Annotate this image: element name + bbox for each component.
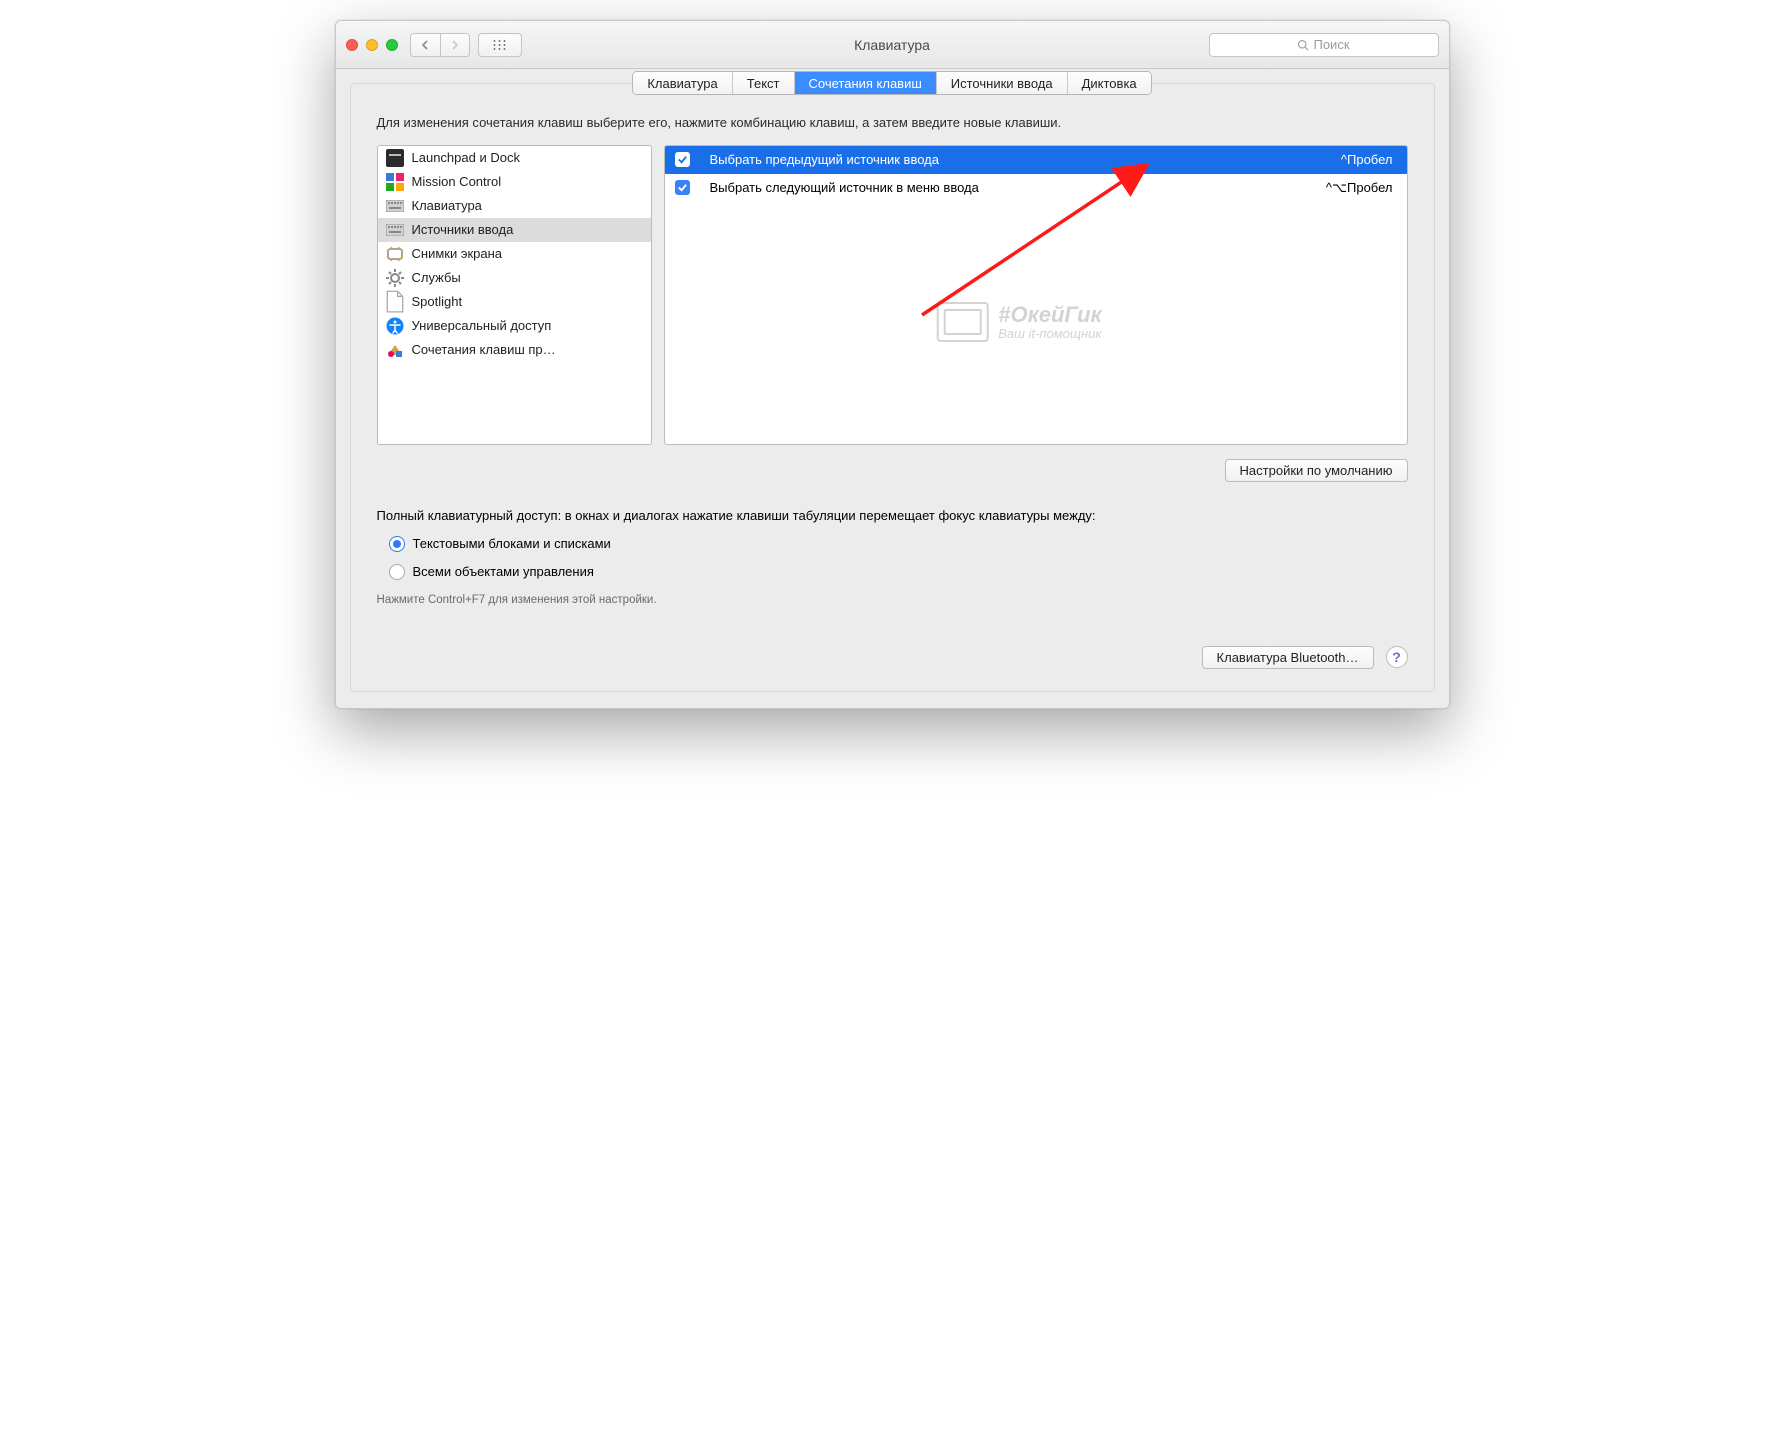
full-keyboard-access-section: Полный клавиатурный доступ: в окнах и ди… [377, 506, 1408, 610]
mission-control-icon [386, 173, 404, 191]
radio-button[interactable] [389, 536, 405, 552]
keyboard-icon [386, 221, 404, 239]
checkbox[interactable] [675, 180, 690, 195]
fka-heading: Полный клавиатурный доступ: в окнах и ди… [377, 506, 1408, 526]
category-input-sources[interactable]: Источники ввода [378, 218, 651, 242]
category-services[interactable]: Службы [378, 266, 651, 290]
category-launchpad[interactable]: Launchpad и Dock [378, 146, 651, 170]
window-controls [346, 39, 398, 51]
chevron-left-icon [420, 40, 430, 50]
tab-bar: Клавиатура Текст Сочетания клавиш Источн… [632, 71, 1151, 95]
tab-keyboard[interactable]: Клавиатура [633, 72, 732, 94]
keyboard-icon [386, 197, 404, 215]
check-icon [677, 154, 688, 165]
watermark-icon [936, 302, 988, 342]
tab-shortcuts[interactable]: Сочетания клавиш [795, 72, 937, 94]
tab-input-sources[interactable]: Источники ввода [937, 72, 1068, 94]
grid-icon [492, 39, 508, 51]
category-label: Сочетания клавиш пр… [412, 342, 556, 357]
radio-button[interactable] [389, 564, 405, 580]
shortcut-keys[interactable]: ^Пробел [1341, 152, 1393, 167]
shortcut-label: Выбрать следующий источник в меню ввода [710, 180, 1326, 195]
category-label: Launchpad и Dock [412, 150, 520, 165]
shortcut-row-next-source[interactable]: Выбрать следующий источник в меню ввода … [665, 174, 1407, 202]
help-button[interactable]: ? [1386, 646, 1408, 668]
nav-buttons [410, 33, 470, 57]
close-window-button[interactable] [346, 39, 358, 51]
watermark-title: #ОкейГик [998, 304, 1101, 326]
chevron-right-icon [450, 40, 460, 50]
check-icon [677, 182, 688, 193]
radio-label: Всеми объектами управления [413, 562, 594, 582]
category-keyboard[interactable]: Клавиатура [378, 194, 651, 218]
window-body: Клавиатура Текст Сочетания клавиш Источн… [336, 69, 1449, 708]
category-label: Снимки экрана [412, 246, 503, 261]
category-label: Универсальный доступ [412, 318, 552, 333]
watermark: #ОкейГик Ваш it-помощник [936, 302, 1101, 342]
fka-footnote: Нажмите Control+F7 для изменения этой на… [377, 592, 1408, 610]
zoom-window-button[interactable] [386, 39, 398, 51]
category-label: Источники ввода [412, 222, 514, 237]
category-accessibility[interactable]: Универсальный доступ [378, 314, 651, 338]
launchpad-icon [386, 149, 404, 167]
search-field[interactable]: Поиск [1209, 33, 1439, 57]
category-list[interactable]: Launchpad и Dock Mission Control Клавиат… [377, 145, 652, 445]
show-all-button[interactable] [478, 33, 522, 57]
shortcut-row-prev-source[interactable]: Выбрать предыдущий источник ввода ^Пробе… [665, 146, 1407, 174]
category-label: Mission Control [412, 174, 502, 189]
fka-option-all-controls[interactable]: Всеми объектами управления [389, 562, 1408, 582]
search-icon [1297, 39, 1309, 51]
restore-defaults-button[interactable]: Настройки по умолчанию [1225, 459, 1408, 482]
checkbox[interactable] [675, 152, 690, 167]
instructions-text: Для изменения сочетания клавиш выберите … [377, 113, 1408, 133]
category-screenshots[interactable]: Снимки экрана [378, 242, 651, 266]
back-button[interactable] [410, 33, 440, 57]
gear-icon [386, 269, 404, 287]
category-app-shortcuts[interactable]: Сочетания клавиш пр… [378, 338, 651, 362]
shortcut-keys[interactable]: ^⌥Пробел [1326, 180, 1393, 196]
document-icon [386, 293, 404, 311]
apps-icon [386, 341, 404, 359]
search-placeholder: Поиск [1313, 37, 1349, 52]
preferences-window: Клавиатура Поиск Клавиатура Текст Сочета… [335, 20, 1450, 709]
shortcut-label: Выбрать предыдущий источник ввода [710, 152, 1341, 167]
bluetooth-keyboard-button[interactable]: Клавиатура Bluetooth… [1202, 646, 1374, 669]
minimize-window-button[interactable] [366, 39, 378, 51]
watermark-subtitle: Ваш it-помощник [998, 326, 1101, 341]
tab-dictation[interactable]: Диктовка [1068, 72, 1151, 94]
radio-label: Текстовыми блоками и списками [413, 534, 611, 554]
screenshot-icon [386, 245, 404, 263]
category-label: Клавиатура [412, 198, 482, 213]
titlebar: Клавиатура Поиск [336, 21, 1449, 69]
forward-button[interactable] [440, 33, 470, 57]
shortcut-list[interactable]: Выбрать предыдущий источник ввода ^Пробе… [664, 145, 1408, 445]
fka-option-text-lists[interactable]: Текстовыми блоками и списками [389, 534, 1408, 554]
tab-text[interactable]: Текст [733, 72, 795, 94]
category-label: Spotlight [412, 294, 463, 309]
category-spotlight[interactable]: Spotlight [378, 290, 651, 314]
category-label: Службы [412, 270, 461, 285]
category-mission-control[interactable]: Mission Control [378, 170, 651, 194]
shortcuts-split: Launchpad и Dock Mission Control Клавиат… [377, 145, 1408, 445]
content-panel: Клавиатура Текст Сочетания клавиш Источн… [350, 83, 1435, 692]
accessibility-icon [386, 317, 404, 335]
